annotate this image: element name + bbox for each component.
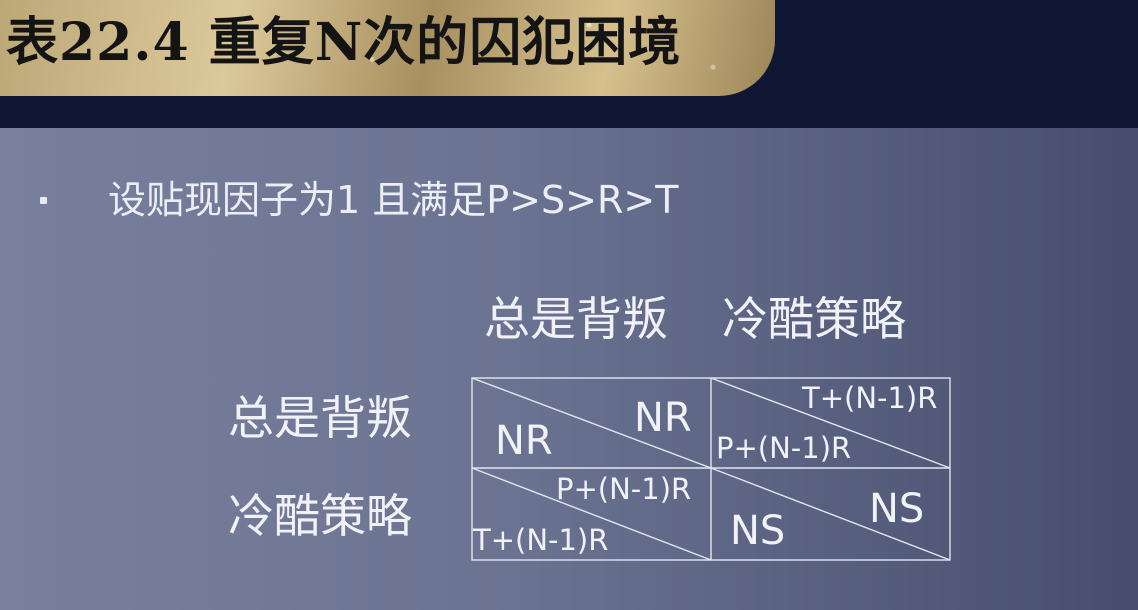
slide-title: 表22.4 重复N次的囚犯困境	[6, 12, 682, 73]
cell-1-1-row-payoff: NS	[730, 508, 786, 554]
title-banner: 表22.4 重复N次的囚犯困境	[0, 0, 775, 96]
cell-1-0-row-payoff: T+(N-1)R	[473, 523, 609, 557]
cell-0-1-column-payoff: T+(N-1)R	[802, 381, 938, 415]
slide: 表22.4 重复N次的囚犯困境 设贴现因子为1 且满足P>S>R>T 总是背叛 …	[0, 0, 1138, 610]
bullet-text: 设贴现因子为1 且满足P>S>R>T	[108, 178, 679, 222]
cell-1-1-column-payoff: NS	[869, 486, 925, 532]
cell-0-0-column-payoff: NR	[634, 395, 692, 441]
row-header-always-defect: 总是背叛	[228, 391, 412, 445]
column-header-always-defect: 总是背叛	[484, 292, 668, 346]
row-header-grim-trigger: 冷酷策略	[228, 489, 412, 543]
column-header-grim-trigger: 冷酷策略	[722, 292, 906, 346]
cell-1-0-column-payoff: P+(N-1)R	[556, 472, 692, 506]
bullet-icon	[40, 197, 47, 204]
cell-0-1-row-payoff: P+(N-1)R	[716, 431, 852, 465]
cell-0-0-row-payoff: NR	[495, 418, 553, 464]
